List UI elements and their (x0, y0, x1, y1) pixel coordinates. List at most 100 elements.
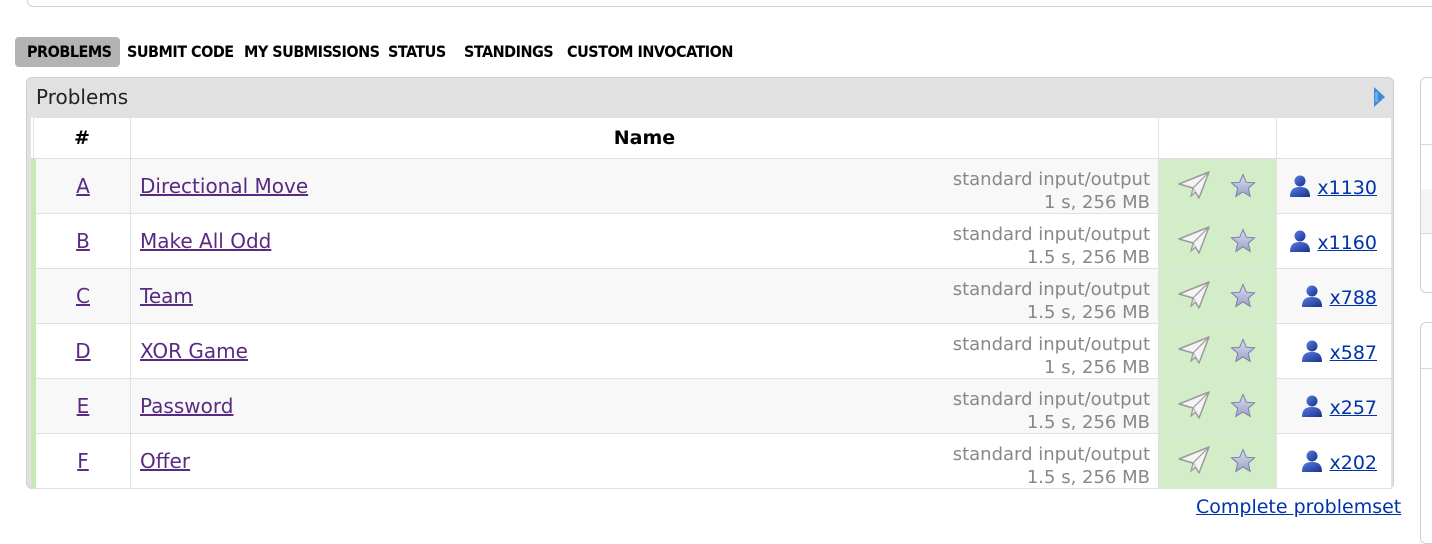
problem-index-link[interactable]: B (76, 229, 90, 253)
tab-standings[interactable]: STANDINGS (464, 37, 554, 67)
tab-status[interactable]: STATUS (388, 37, 446, 67)
column-header-name: Name (130, 117, 1159, 159)
problem-name-cell: Team standard input/output 1.5 s, 256 MB (130, 268, 1159, 324)
solved-count-link[interactable]: x1160 (1289, 229, 1377, 254)
solved-count: x788 (1329, 287, 1377, 309)
paper-plane-icon[interactable] (1177, 390, 1211, 420)
table-row: B Make All Odd standard input/output 1.5… (31, 213, 1392, 269)
tab-problems[interactable]: PROBLEMS (15, 37, 120, 67)
problem-io-info: standard input/output 1.5 s, 256 MB (953, 223, 1150, 269)
star-icon[interactable] (1230, 448, 1256, 474)
table-row: F Offer standard input/output 1.5 s, 256… (31, 433, 1392, 489)
user-icon (1302, 395, 1323, 417)
problem-io-info: standard input/output 1.5 s, 256 MB (953, 278, 1150, 324)
problem-io-info: standard input/output 1.5 s, 256 MB (953, 443, 1150, 489)
problem-name-cell: XOR Game standard input/output 1 s, 256 … (130, 323, 1159, 379)
star-icon[interactable] (1230, 173, 1256, 199)
user-icon (1290, 175, 1311, 197)
star-icon[interactable] (1230, 228, 1256, 254)
problem-actions-cell (1158, 213, 1277, 269)
problem-name-cell: Directional Move standard input/output 1… (130, 158, 1159, 214)
solved-count: x202 (1329, 452, 1377, 474)
problem-io-info: standard input/output 1 s, 256 MB (953, 168, 1150, 214)
problem-name-link[interactable]: Offer (140, 449, 190, 473)
io-type: standard input/output (952, 169, 1150, 190)
solved-count-link[interactable]: x587 (1301, 339, 1377, 364)
column-header-actions (1158, 117, 1277, 159)
problem-actions-cell (1158, 433, 1277, 489)
tab-submit-code[interactable]: SUBMIT CODE (127, 37, 234, 67)
problem-io-info: standard input/output 1 s, 256 MB (953, 333, 1150, 379)
sidebar-panel (1420, 77, 1432, 293)
paper-plane-icon[interactable] (1177, 225, 1211, 255)
paper-plane-icon[interactable] (1177, 170, 1211, 200)
problem-index-cell: F (31, 433, 131, 489)
problem-index-link[interactable]: A (76, 174, 90, 198)
io-type: standard input/output (952, 389, 1150, 410)
paper-plane-icon[interactable] (1177, 280, 1211, 310)
io-type: standard input/output (952, 334, 1150, 355)
solved-count-cell: x587 (1276, 323, 1392, 379)
problem-name-cell: Make All Odd standard input/output 1.5 s… (130, 213, 1159, 269)
tab-custom-invocation[interactable]: CUSTOM INVOCATION (567, 37, 733, 67)
problem-index-cell: E (31, 378, 131, 434)
problem-name-link[interactable]: Directional Move (140, 174, 308, 198)
solved-count: x587 (1329, 342, 1377, 364)
problem-actions-cell (1158, 323, 1277, 379)
user-icon (1302, 450, 1323, 472)
time-memory-limits: 1.5 s, 256 MB (1026, 412, 1150, 433)
solved-count: x1160 (1317, 232, 1377, 254)
time-memory-limits: 1.5 s, 256 MB (1026, 302, 1150, 323)
problem-index-link[interactable]: D (75, 339, 90, 363)
problem-name-cell: Password standard input/output 1.5 s, 25… (130, 378, 1159, 434)
tab-my-submissions[interactable]: MY SUBMISSIONS (244, 37, 380, 67)
problem-index-link[interactable]: F (77, 449, 89, 473)
problem-index-cell: D (31, 323, 131, 379)
problem-name-link[interactable]: XOR Game (140, 339, 248, 363)
star-icon[interactable] (1230, 393, 1256, 419)
time-memory-limits: 1.5 s, 256 MB (1026, 247, 1150, 268)
problem-name-link[interactable]: Password (140, 394, 233, 418)
solved-count: x257 (1329, 397, 1377, 419)
solved-count: x1130 (1317, 177, 1377, 199)
problems-panel: Problems # Name A Directional Move stand… (26, 77, 1394, 489)
column-header-solved (1276, 117, 1392, 159)
problems-table: # Name A Directional Move standard input… (31, 117, 1392, 489)
problem-actions-cell (1158, 378, 1277, 434)
io-type: standard input/output (952, 279, 1150, 300)
solved-count-link[interactable]: x788 (1301, 284, 1377, 309)
column-header-index: # (33, 117, 131, 159)
paper-plane-icon[interactable] (1177, 445, 1211, 475)
solved-count-cell: x257 (1276, 378, 1392, 434)
solved-count-link[interactable]: x1130 (1289, 174, 1377, 199)
table-row: E Password standard input/output 1.5 s, … (31, 378, 1392, 434)
divider (1421, 144, 1432, 145)
problem-name-link[interactable]: Make All Odd (140, 229, 271, 253)
star-icon[interactable] (1230, 283, 1256, 309)
problem-index-cell: B (31, 213, 131, 269)
problem-actions-cell (1158, 268, 1277, 324)
divider (1421, 233, 1432, 234)
solved-count-cell: x202 (1276, 433, 1392, 489)
problem-name-link[interactable]: Team (140, 284, 193, 308)
arrow-right-icon[interactable] (1374, 87, 1385, 107)
solved-count-cell: x1130 (1276, 158, 1392, 214)
solved-count-link[interactable]: x257 (1301, 394, 1377, 419)
problem-io-info: standard input/output 1.5 s, 256 MB (953, 388, 1150, 434)
sidebar-panel-2 (1420, 322, 1432, 544)
problem-name-cell: Offer standard input/output 1.5 s, 256 M… (130, 433, 1159, 489)
solved-count-cell: x788 (1276, 268, 1392, 324)
time-memory-limits: 1.5 s, 256 MB (1026, 467, 1150, 488)
complete-problemset-link[interactable]: Complete problemset (1196, 496, 1401, 518)
problem-actions-cell (1158, 158, 1277, 214)
paper-plane-icon[interactable] (1177, 335, 1211, 365)
user-icon (1290, 230, 1311, 252)
user-icon (1302, 285, 1323, 307)
star-icon[interactable] (1230, 338, 1256, 364)
time-memory-limits: 1 s, 256 MB (1044, 357, 1150, 378)
io-type: standard input/output (952, 444, 1150, 465)
problem-index-link[interactable]: E (77, 394, 90, 418)
problem-index-link[interactable]: C (76, 284, 90, 308)
solved-count-link[interactable]: x202 (1301, 449, 1377, 474)
table-row: A Directional Move standard input/output… (31, 158, 1392, 214)
